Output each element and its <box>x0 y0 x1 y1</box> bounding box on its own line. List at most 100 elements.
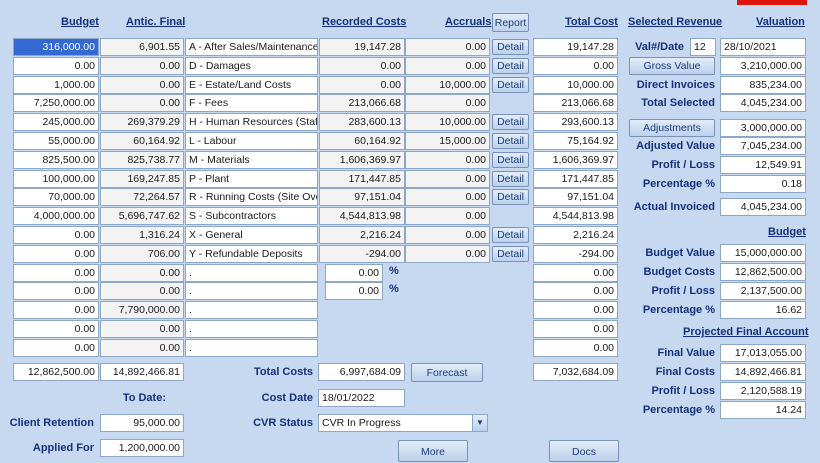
recorded-cost-cell: 283,600.13 <box>319 113 405 131</box>
budget-cell[interactable]: 0.00 <box>13 282 99 300</box>
detail-button[interactable]: Detail <box>492 39 529 55</box>
recorded-cost-cell: -294.00 <box>319 245 405 263</box>
budget-cell[interactable]: 0.00 <box>13 264 99 282</box>
budget-cell[interactable]: 0.00 <box>13 57 99 75</box>
total-selected-amount: 4,045,234.00 <box>720 94 806 112</box>
antic-final-cell[interactable]: 1,316.24 <box>100 226 184 244</box>
accrual-cell[interactable]: 0.00 <box>405 245 490 263</box>
antic-final-cell[interactable]: 0.00 <box>100 57 184 75</box>
accrual-cell[interactable]: 0.00 <box>405 226 490 244</box>
detail-button[interactable]: Detail <box>492 77 529 93</box>
percent-input[interactable]: 0.00 <box>325 282 383 300</box>
total-cost-cell: 0.00 <box>533 320 618 338</box>
antic-final-cell[interactable]: 7,790,000.00 <box>100 301 184 319</box>
cost-code-cell: M - Materials <box>185 151 318 169</box>
budget-cell[interactable]: 245,000.00 <box>13 113 99 131</box>
applied-for-field[interactable]: 1,200,000.00 <box>100 439 184 457</box>
budget-cell[interactable]: 70,000.00 <box>13 188 99 206</box>
accrual-cell[interactable]: 0.00 <box>405 188 490 206</box>
cost-code-cell[interactable]: . <box>185 282 318 300</box>
budget-value-label: Budget Value <box>645 247 715 259</box>
antic-final-cell[interactable]: 72,264.57 <box>100 188 184 206</box>
header-antic-final: Antic. Final <box>126 16 186 28</box>
chevron-down-icon[interactable]: ▼ <box>472 415 487 431</box>
final-value-label: Final Value <box>657 347 715 359</box>
antic-final-cell[interactable]: 0.00 <box>100 264 184 282</box>
accrual-cell[interactable]: 0.00 <box>405 38 490 56</box>
client-retention-field[interactable]: 95,000.00 <box>100 414 184 432</box>
budget-cell[interactable]: 0.00 <box>13 320 99 338</box>
detail-button[interactable]: Detail <box>492 133 529 149</box>
total-costs-value: 6,997,684.09 <box>318 363 405 381</box>
forecast-button[interactable]: Forecast <box>411 363 483 382</box>
accrual-cell[interactable]: 10,000.00 <box>405 76 490 94</box>
total-cost-cell: 293,600.13 <box>533 113 618 131</box>
antic-final-cell[interactable]: 0.00 <box>100 94 184 112</box>
antic-final-cell[interactable]: 60,164.92 <box>100 132 184 150</box>
budget-cell[interactable]: 0.00 <box>13 245 99 263</box>
antic-final-cell[interactable]: 0.00 <box>100 76 184 94</box>
val-number-field[interactable]: 12 <box>690 38 716 56</box>
cost-date-field[interactable]: 18/01/2022 <box>318 389 405 407</box>
antic-final-cell[interactable]: 5,696,747.62 <box>100 207 184 225</box>
antic-final-cell[interactable]: 825,738.77 <box>100 151 184 169</box>
detail-button[interactable]: Detail <box>492 114 529 130</box>
budget-cell[interactable]: 0.00 <box>13 339 99 357</box>
report-button[interactable]: Report <box>492 13 529 32</box>
budget-cell[interactable]: 100,000.00 <box>13 170 99 188</box>
val-date-field[interactable]: 28/10/2021 <box>720 38 806 56</box>
cost-code-cell[interactable]: . <box>185 301 318 319</box>
cost-code-cell[interactable]: . <box>185 264 318 282</box>
antic-final-cell[interactable]: 0.00 <box>100 339 184 357</box>
accrual-cell[interactable]: 0.00 <box>405 151 490 169</box>
to-date-label: To Date: <box>122 392 166 404</box>
projected-percentage-label: Percentage % <box>642 404 715 416</box>
recorded-cost-cell: 0.00 <box>319 76 405 94</box>
final-costs-label: Final Costs <box>655 366 715 378</box>
recorded-cost-cell: 4,544,813.98 <box>319 207 405 225</box>
docs-button[interactable]: Docs <box>549 440 619 462</box>
cvr-status-select[interactable]: CVR In Progress ▼ <box>318 414 488 432</box>
accrual-cell[interactable]: 0.00 <box>405 207 490 225</box>
budget-cell[interactable]: 4,000,000.00 <box>13 207 99 225</box>
accrual-cell[interactable]: 10,000.00 <box>405 113 490 131</box>
total-cost-cell: 0.00 <box>533 339 618 357</box>
detail-button[interactable]: Detail <box>492 171 529 187</box>
header-total-cost: Total Cost <box>565 16 618 28</box>
detail-button[interactable]: Detail <box>492 58 529 74</box>
detail-button[interactable]: Detail <box>492 227 529 243</box>
budget-cell[interactable]: 7,250,000.00 <box>13 94 99 112</box>
budget-cell[interactable]: 316,000.00 <box>13 38 99 56</box>
antic-final-cell[interactable]: 169,247.85 <box>100 170 184 188</box>
adjustments-amount: 3,000,000.00 <box>720 119 806 137</box>
total-cost-cell: 1,606,369.97 <box>533 151 618 169</box>
antic-final-cell[interactable]: 0.00 <box>100 282 184 300</box>
budget-cell[interactable]: 55,000.00 <box>13 132 99 150</box>
detail-button[interactable]: Detail <box>492 189 529 205</box>
total-cost-overall: 7,032,684.09 <box>533 363 618 381</box>
accrual-cell[interactable]: 15,000.00 <box>405 132 490 150</box>
antic-final-cell[interactable]: 269,379.29 <box>100 113 184 131</box>
budget-cell[interactable]: 825,500.00 <box>13 151 99 169</box>
adjustments-button[interactable]: Adjustments <box>629 119 715 137</box>
budget-cell[interactable]: 0.00 <box>13 226 99 244</box>
gross-value-button[interactable]: Gross Value <box>629 57 715 75</box>
detail-button[interactable]: Detail <box>492 152 529 168</box>
budget-cell[interactable]: 0.00 <box>13 301 99 319</box>
detail-button[interactable]: Detail <box>492 246 529 262</box>
accrual-cell[interactable]: 0.00 <box>405 94 490 112</box>
total-cost-cell: 0.00 <box>533 264 618 282</box>
budget-cell[interactable]: 1,000.00 <box>13 76 99 94</box>
cost-code-cell[interactable]: . <box>185 339 318 357</box>
accrual-cell[interactable]: 0.00 <box>405 57 490 75</box>
antic-final-cell[interactable]: 706.00 <box>100 245 184 263</box>
percent-input[interactable]: 0.00 <box>325 264 383 282</box>
recorded-cost-cell: 1,606,369.97 <box>319 151 405 169</box>
cost-code-cell[interactable]: . <box>185 320 318 338</box>
antic-final-cell[interactable]: 6,901.55 <box>100 38 184 56</box>
total-cost-cell: -294.00 <box>533 245 618 263</box>
more-button[interactable]: More <box>398 440 468 462</box>
cvr-status-value: CVR In Progress <box>322 417 401 429</box>
antic-final-cell[interactable]: 0.00 <box>100 320 184 338</box>
accrual-cell[interactable]: 0.00 <box>405 170 490 188</box>
